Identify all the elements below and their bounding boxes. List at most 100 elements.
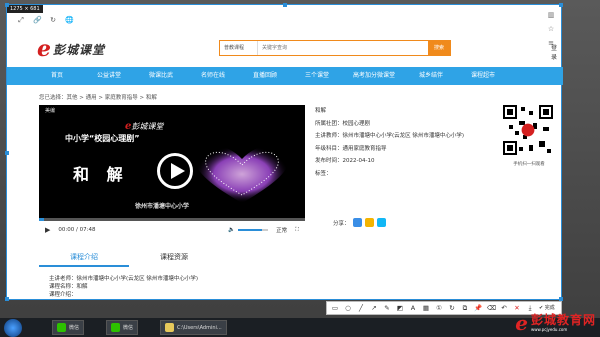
rectangle-tool-icon[interactable]: ▭	[331, 304, 339, 312]
watermark-url: www.pcjyedu.com	[530, 327, 568, 332]
screenshot-selection[interactable]: 1275 × 681 ⤢ 🔗 ↻ 🌐 ▥ ☆ ≡ e 彭城课堂 普教课程 搜索 …	[5, 3, 563, 301]
side-tools: ▥ ☆ ≡	[547, 11, 555, 47]
resize-handle-top[interactable]	[283, 3, 287, 7]
share-qzone-icon[interactable]	[352, 218, 362, 227]
detail-teacher: 主讲老师：徐州市潘塘中心小学(云龙区 徐州市潘塘中心小学)	[49, 276, 199, 282]
sidebar-icon[interactable]: ▥	[547, 11, 555, 19]
pin-tool-icon[interactable]: 📌	[474, 304, 482, 312]
done-label: 完成	[544, 305, 555, 311]
video-logo: e彭城课堂	[125, 121, 163, 132]
taskbar-item-wechat-1[interactable]: 微信	[52, 320, 85, 335]
site-watermark: e 彭城教育网 www.pcjyedu.com	[515, 311, 596, 335]
firework-heart-graphic	[195, 145, 289, 203]
video-school-caption: 徐州市潘塘中心小学	[135, 203, 190, 210]
folder-icon	[165, 323, 175, 332]
course-info: 和解 所属社团：校园心理剧 主讲教师：徐州市潘塘中心小学(云龙区 徐州市潘塘中心…	[315, 105, 464, 180]
search-bar: 普教课程 搜索	[219, 40, 451, 56]
login-link[interactable]: 登录	[551, 43, 561, 61]
play-icon[interactable]: ▶	[45, 226, 50, 234]
text-tool-icon[interactable]: A	[409, 304, 417, 312]
share-weibo-icon[interactable]	[364, 218, 374, 227]
taskbar: 微信 微信 C:\Users\Admini...	[0, 318, 600, 337]
volume-icon[interactable]: 🔈	[228, 227, 235, 233]
watermark-title: 彭城教育网	[530, 313, 596, 327]
share-label: 分享：	[333, 220, 350, 227]
breadcrumb: 您已选择：其他 > 通用 > 家庭教育指导 > 和解	[39, 95, 157, 101]
detail-desc: 课程介绍：	[49, 292, 77, 298]
video-time: 00:00 / 07:48	[58, 227, 96, 233]
course-tabs: 课程介绍 课程资源	[39, 249, 305, 267]
done-button[interactable]: ✔ 完成	[539, 304, 555, 312]
search-button[interactable]: 搜索	[428, 41, 450, 55]
search-input[interactable]	[258, 41, 428, 55]
site-logo[interactable]: e 彭城课堂	[37, 38, 105, 60]
search-category-select[interactable]: 普教课程	[220, 41, 258, 55]
nav-item-gaokao[interactable]: 高考加分微课堂	[343, 67, 405, 85]
video-controls: ▶ 00:00 / 07:48 🔈 正常 ⛶	[39, 221, 305, 239]
video-banner-text: 中小学“校园心理剧”	[65, 134, 140, 143]
share-bar: 分享：	[333, 218, 386, 227]
fullscreen-icon[interactable]: ⛶	[295, 227, 299, 234]
rotate-tool-icon[interactable]: ↻	[448, 304, 456, 312]
taskbar-item-label: 微信	[123, 325, 134, 331]
qr-code-image	[503, 105, 553, 155]
logo-mark: e	[37, 36, 51, 62]
video-logo-text: 彭城课堂	[131, 122, 164, 131]
volume-control[interactable]: 🔈	[228, 227, 269, 233]
refresh-icon[interactable]: ↻	[49, 16, 57, 24]
course-detail: 主讲老师：徐州市潘塘中心小学(云龙区 徐州市潘塘中心小学) 课程名称：和解 课程…	[49, 275, 198, 299]
tab-course-resources[interactable]: 课程资源	[129, 249, 219, 267]
pen-tool-icon[interactable]: ✎	[383, 304, 391, 312]
erase-tool-icon[interactable]: ⌫	[487, 304, 496, 312]
nav-item-course-market[interactable]: 课程超市	[457, 67, 509, 85]
nav-item-public-lecture[interactable]: 公益讲堂	[83, 67, 135, 85]
nav-item-home[interactable]: 首页	[31, 67, 83, 85]
number-tool-icon[interactable]: ①	[435, 304, 443, 312]
bookmark-icon[interactable]: ☆	[547, 25, 555, 33]
video-player[interactable]: 美编 e彭城课堂 中小学“校园心理剧” 和 解 徐州市潘塘中心小学 ▶ 00:0…	[39, 105, 305, 239]
detail-name: 课程名称：和解	[49, 284, 88, 290]
arrow-tool-icon[interactable]: ↗	[370, 304, 378, 312]
start-button-icon[interactable]	[4, 318, 22, 337]
crop-tool-icon[interactable]: ⧉	[461, 304, 469, 312]
quality-select[interactable]: 正常	[276, 226, 287, 234]
course-date: 发布时间：2022-04-10	[315, 158, 375, 164]
taskbar-item-wechat-2[interactable]: 微信	[106, 320, 139, 335]
play-overlay-icon[interactable]	[157, 153, 193, 189]
link-icon[interactable]: 🔗	[33, 16, 42, 24]
taskbar-item-explorer[interactable]: C:\Users\Admini...	[160, 320, 227, 335]
resize-handle-bl[interactable]	[5, 297, 9, 301]
qr-code-block: 手机扫一扫观看	[503, 105, 555, 171]
resize-handle-left[interactable]	[5, 151, 9, 155]
course-org: 所属社团：校园心理剧	[315, 120, 371, 127]
share-qq-icon[interactable]	[376, 218, 386, 227]
tab-course-intro[interactable]: 课程介绍	[39, 249, 129, 267]
browser-toolbar: ⤢ 🔗 ↻ 🌐	[7, 13, 561, 27]
volume-slider[interactable]	[238, 229, 269, 231]
line-tool-icon[interactable]: ╱	[357, 304, 365, 312]
video-top-label: 美编	[45, 108, 56, 114]
nav-item-famous-teachers[interactable]: 名师在线	[187, 67, 239, 85]
nav-item-microlesson-contest[interactable]: 微课比武	[135, 67, 187, 85]
site-header: e 彭城课堂 普教课程 搜索	[7, 35, 547, 65]
qr-caption: 手机扫一扫观看	[513, 162, 545, 167]
nav-item-urban-rural[interactable]: 城乡结伴	[405, 67, 457, 85]
resize-handle-tr[interactable]	[559, 3, 563, 7]
watermark-logo-mark: e	[515, 311, 528, 335]
ellipse-tool-icon[interactable]: ○	[344, 304, 352, 312]
nav-item-three-classrooms[interactable]: 三个课堂	[291, 67, 343, 85]
blur-tool-icon[interactable]: ▦	[422, 304, 430, 312]
marker-tool-icon[interactable]: ◩	[396, 304, 404, 312]
main-nav: 首页 公益讲堂 微课比武 名师在线 直播回顾 三个课堂 高考加分微课堂 城乡结伴…	[7, 67, 563, 85]
resize-handle-tl[interactable]	[5, 3, 9, 7]
logo-text: 彭城课堂	[53, 42, 106, 57]
nav-item-live-review[interactable]: 直播回顾	[239, 67, 291, 85]
wechat-icon	[111, 323, 121, 332]
expand-icon[interactable]: ⤢	[17, 16, 25, 24]
globe-icon[interactable]: 🌐	[65, 16, 74, 24]
course-teacher: 主讲教师：徐州市潘塘中心小学(云龙区 徐州市潘塘中心小学)	[315, 133, 465, 139]
taskbar-item-label: 微信	[69, 325, 80, 331]
taskbar-item-label: C:\Users\Admini...	[177, 324, 222, 331]
undo-icon[interactable]: ↶	[500, 304, 508, 312]
volume-level	[238, 229, 263, 231]
